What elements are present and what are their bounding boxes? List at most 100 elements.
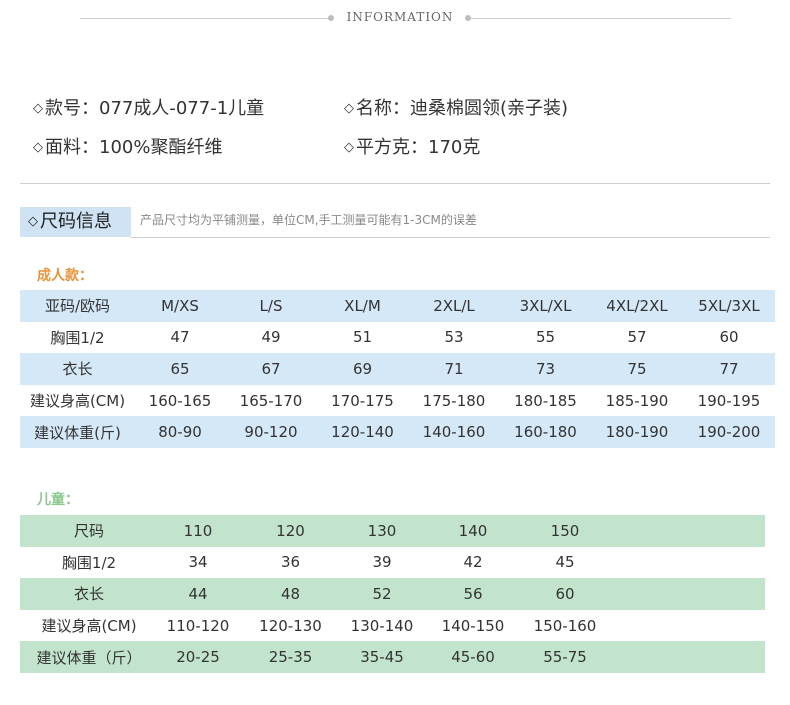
table-cell: 140 xyxy=(421,515,525,547)
kids-size-table: 尺码 110 120 130 140 150 胸围1/2 34 36 39 42 45 衣长 44 48 52… xyxy=(20,515,765,673)
table-cell: 160-180 xyxy=(500,416,591,448)
table-cell: 5XL/3XL xyxy=(683,290,775,322)
size-info-tag: ◇ 尺码信息 xyxy=(20,207,131,237)
info-name-text: 名称：迪桑棉圆领(亲子装) xyxy=(356,98,569,119)
table-row: 衣长 44 48 52 56 60 xyxy=(20,578,765,610)
size-info-note: 产品尺寸均为平铺测量，单位CM,手工测量可能有1-3CM的误差 xyxy=(140,213,477,227)
table-cell: L/S xyxy=(225,290,317,322)
table-row: 建议体重（斤） 20-25 25-35 35-45 45-60 55-75 xyxy=(20,641,765,673)
row-header-cell: 衣长 xyxy=(20,353,135,385)
row-header-cell: 尺码 xyxy=(20,515,158,547)
row-header-cell: 建议身高(CM) xyxy=(29,392,126,411)
table-cell: 55-75 xyxy=(525,641,605,673)
table-cell: 77 xyxy=(683,353,775,385)
table-cell: 2XL/L xyxy=(408,290,500,322)
table-cell: 170-175 xyxy=(331,391,394,410)
table-cell: 57 xyxy=(627,328,647,347)
table-cell: 185-190 xyxy=(605,391,669,410)
table-cell: 55 xyxy=(535,328,556,347)
info-weight-text: 平方克：170克 xyxy=(356,137,481,158)
table-cell: 130 xyxy=(343,515,421,547)
table-cell: 3XL/XL xyxy=(500,290,591,322)
table-row: 建议身高(CM) 110-120 120-130 130-140 140-150 150-… xyxy=(20,610,765,642)
table-cell: 34 xyxy=(188,553,208,572)
diamond-icon: ◇ xyxy=(33,101,43,116)
table-row: 胸围1/2 47 49 51 53 55 57 60 xyxy=(20,322,775,354)
table-cell: 160-165 xyxy=(148,391,212,410)
table-cell: 65 xyxy=(135,353,225,385)
table-cell: 150-160 xyxy=(533,616,597,635)
table-cell: 165-170 xyxy=(239,391,303,410)
info-material-text: 面料：100%聚酯纤维 xyxy=(45,137,223,158)
row-header-cell: 建议身高(CM) xyxy=(41,617,137,636)
table-cell: 20-25 xyxy=(158,641,238,673)
table-row: 建议身高(CM) 160-165 165-170 170-175 175-180 180-… xyxy=(20,385,775,417)
row-header-cell: 建议体重(斤) xyxy=(20,416,135,448)
table-cell: 73 xyxy=(500,353,591,385)
table-cell: 180-190 xyxy=(591,416,683,448)
header-rule-right xyxy=(471,18,731,19)
table-cell: 120-140 xyxy=(317,416,408,448)
table-cell: M/XS xyxy=(135,290,225,322)
diamond-icon: ◇ xyxy=(33,140,43,155)
row-header-cell: 建议体重（斤） xyxy=(20,641,158,673)
info-style-no-text: 款号：077成人-077-1儿童 xyxy=(45,98,265,119)
table-cell: 45 xyxy=(555,553,575,572)
adult-label: 成人款： xyxy=(37,268,93,284)
info-material: ◇ 面料：100%聚酯纤维 xyxy=(33,133,222,159)
row-header-cell: 亚码/欧码 xyxy=(20,290,135,322)
table-cell: 69 xyxy=(317,353,408,385)
empty-cell xyxy=(605,610,765,642)
table-cell: 44 xyxy=(158,578,238,610)
empty-cell xyxy=(605,515,765,547)
table-cell: 53 xyxy=(444,328,464,347)
row-header-cell: 胸围1/2 xyxy=(50,328,105,347)
table-cell: 49 xyxy=(261,328,281,347)
section-divider xyxy=(20,183,770,184)
table-cell: 48 xyxy=(238,578,343,610)
diamond-icon: ◇ xyxy=(344,101,354,116)
table-cell: 42 xyxy=(463,553,483,572)
table-cell: 60 xyxy=(719,328,739,347)
table-cell: 25-35 xyxy=(238,641,343,673)
row-header-cell: 胸围1/2 xyxy=(61,553,117,572)
table-cell: XL/M xyxy=(317,290,408,322)
table-cell: 75 xyxy=(591,353,683,385)
info-style-no: ◇ 款号：077成人-077-1儿童 xyxy=(33,94,264,120)
table-cell: 150 xyxy=(525,515,605,547)
table-cell: 36 xyxy=(280,553,301,572)
table-cell: 110-120 xyxy=(166,616,230,635)
table-cell: 90-120 xyxy=(225,416,317,448)
table-cell: 67 xyxy=(225,353,317,385)
row-header-cell: 衣长 xyxy=(20,578,158,610)
info-name: ◇ 名称：迪桑棉圆领(亲子装) xyxy=(344,94,568,120)
header-title: INFORMATION xyxy=(346,10,454,24)
header-rule-left xyxy=(80,18,328,19)
table-cell: 190-195 xyxy=(697,391,761,410)
table-cell: 71 xyxy=(408,353,500,385)
table-cell: 120 xyxy=(238,515,343,547)
size-info-rule xyxy=(131,237,770,238)
kids-label: 儿童： xyxy=(37,492,79,508)
table-row: 亚码/欧码 M/XS L/S XL/M 2XL/L 3XL/XL 4XL/2XL 5XL/3X… xyxy=(20,290,775,322)
info-weight: ◇ 平方克：170克 xyxy=(344,133,480,159)
table-cell: 39 xyxy=(372,553,392,572)
table-cell: 130-140 xyxy=(350,616,414,635)
table-cell: 120-130 xyxy=(259,616,322,635)
table-cell: 51 xyxy=(352,328,373,347)
table-cell: 175-180 xyxy=(422,391,486,410)
table-cell: 110 xyxy=(158,515,238,547)
adult-size-table: 亚码/欧码 M/XS L/S XL/M 2XL/L 3XL/XL 4XL/2XL 5XL/3X… xyxy=(20,290,775,448)
table-cell: 180-185 xyxy=(514,391,577,410)
table-cell: 60 xyxy=(525,578,605,610)
table-row: 衣长 65 67 69 71 73 75 77 xyxy=(20,353,775,385)
table-cell: 140-160 xyxy=(408,416,500,448)
table-cell: 4XL/2XL xyxy=(591,290,683,322)
size-info-title: 尺码信息 xyxy=(40,211,112,232)
table-cell: 47 xyxy=(170,328,190,347)
diamond-icon: ◇ xyxy=(28,214,38,229)
table-row: 尺码 110 120 130 140 150 xyxy=(20,515,765,547)
empty-cell xyxy=(605,641,765,673)
table-cell: 190-200 xyxy=(683,416,775,448)
table-cell: 35-45 xyxy=(343,641,421,673)
